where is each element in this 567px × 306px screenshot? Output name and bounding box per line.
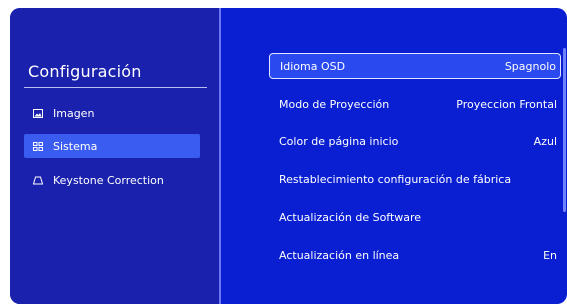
- sidebar-item-imagen[interactable]: Imagen: [24, 101, 200, 125]
- menu-row-actualizacion-en-linea[interactable]: Actualización en línea En: [269, 242, 561, 268]
- sidebar-item-label: Keystone Correction: [53, 173, 164, 187]
- menu-row-restablecimiento[interactable]: Restablecimiento configuración de fábric…: [269, 166, 561, 192]
- menu-row-value: En: [543, 248, 557, 262]
- menu-row-value: Proyeccion Frontal: [456, 97, 557, 111]
- picture-icon: [33, 107, 49, 119]
- sidebar-title: Configuración: [28, 62, 142, 81]
- menu-row-label: Modo de Proyección: [279, 97, 390, 111]
- sidebar-item-keystone-correction[interactable]: Keystone Correction: [24, 168, 200, 192]
- panel-divider: [219, 8, 221, 304]
- menu-row-idioma-osd[interactable]: Idioma OSD Spagnolo: [269, 53, 561, 79]
- sidebar-item-label: Imagen: [53, 106, 95, 120]
- keystone-icon: [33, 174, 49, 186]
- sidebar: Configuración Imagen Sistema Keystone Co…: [10, 8, 219, 304]
- sidebar-item-label: Sistema: [53, 139, 98, 153]
- menu-row-label: Color de página inicio: [279, 134, 399, 148]
- menu-row-label: Idioma OSD: [280, 59, 346, 73]
- sidebar-item-sistema[interactable]: Sistema: [24, 134, 200, 158]
- menu-row-value: Azul: [533, 134, 557, 148]
- menu-row-label: Restablecimiento configuración de fábric…: [279, 172, 512, 186]
- scrollbar[interactable]: [563, 48, 566, 212]
- menu-row-actualizacion-software[interactable]: Actualización de Software: [269, 204, 561, 230]
- grid-icon: [33, 140, 49, 152]
- menu-row-label: Actualización de Software: [279, 210, 422, 224]
- settings-screen: Configuración Imagen Sistema Keystone Co…: [10, 8, 567, 304]
- sidebar-divider: [24, 87, 207, 88]
- menu-row-value: Spagnolo: [504, 59, 556, 73]
- menu-row-label: Actualización en línea: [279, 248, 400, 262]
- menu-row-color-pagina-inicio[interactable]: Color de página inicio Azul: [269, 128, 561, 154]
- menu-row-modo-proyeccion[interactable]: Modo de Proyección Proyeccion Frontal: [269, 91, 561, 117]
